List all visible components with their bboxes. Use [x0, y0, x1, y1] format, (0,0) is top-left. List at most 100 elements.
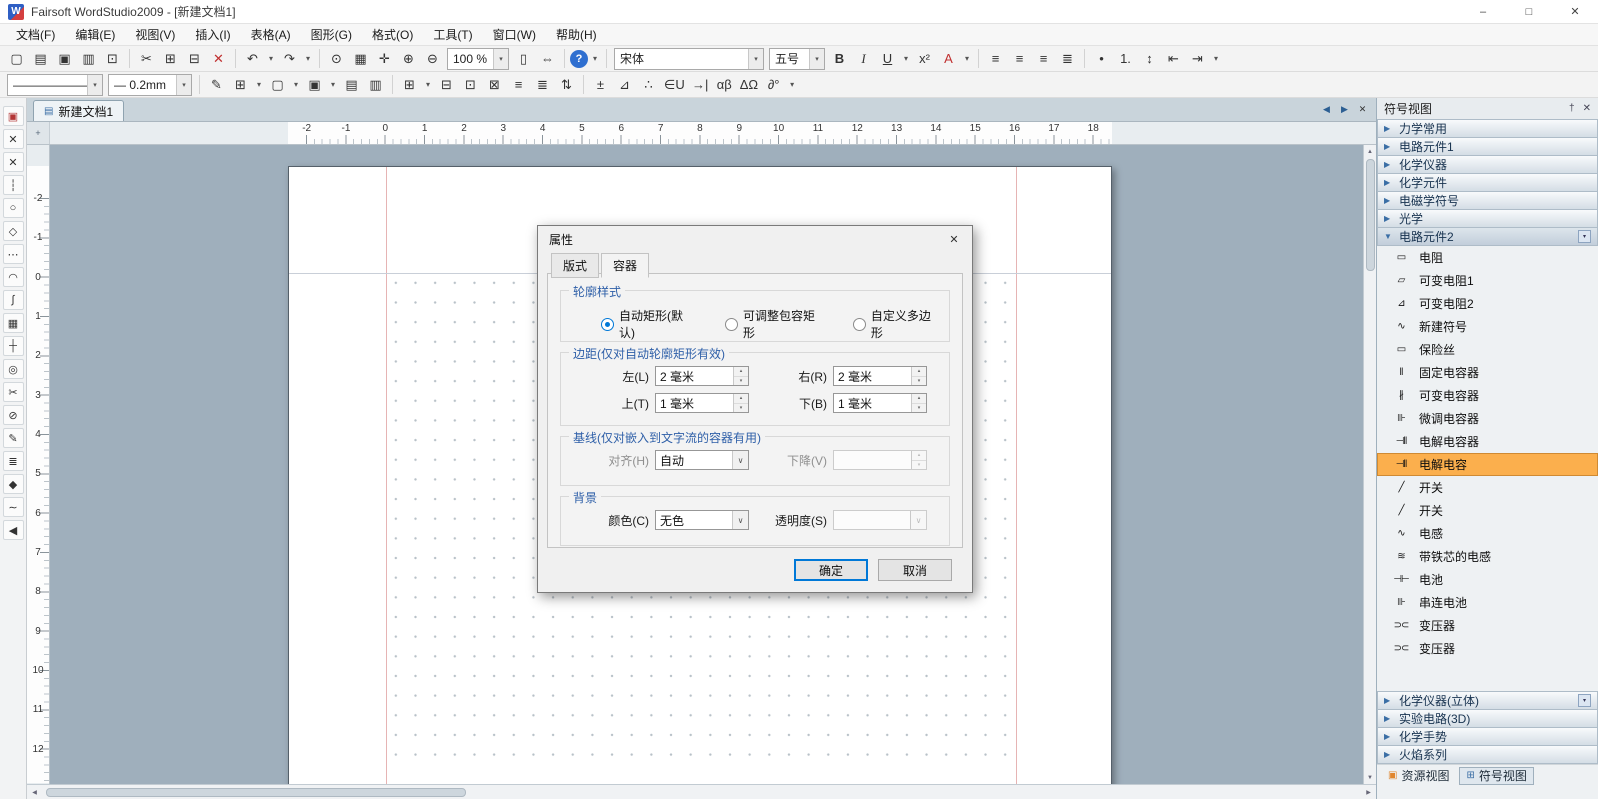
symbol-category[interactable]: ▶ 化学仪器: [1377, 155, 1598, 174]
insert-table-dropdown[interactable]: ▾: [422, 74, 434, 96]
font-size-combo[interactable]: 五号 ▾: [769, 48, 825, 70]
spinner-value[interactable]: 1 毫米: [834, 395, 911, 412]
symbol-item[interactable]: ⊃⊂ 变压器: [1377, 614, 1598, 637]
menu-item[interactable]: 视图(V): [125, 23, 185, 46]
symbol-item[interactable]: ⊿ 可变电阻2: [1377, 292, 1598, 315]
cross-tool[interactable]: ┼: [3, 336, 24, 356]
maximize-button[interactable]: □: [1506, 0, 1552, 24]
symbol-category[interactable]: ▶ 化学手势: [1377, 727, 1598, 746]
symbols-more-dropdown[interactable]: ▾: [786, 74, 798, 96]
spinner-up-icon[interactable]: ▴: [734, 394, 748, 404]
symbol-item[interactable]: ▭ 电阻: [1377, 246, 1598, 269]
dialog-tab[interactable]: 容器: [601, 253, 649, 278]
pin-icon[interactable]: †: [1569, 103, 1575, 114]
radio-option[interactable]: 自定义多边形: [853, 307, 941, 341]
close-button[interactable]: ✕: [1552, 0, 1598, 24]
align-left-button[interactable]: ≡: [984, 48, 1007, 70]
pen-tool[interactable]: ✎: [3, 428, 24, 448]
shadow-style-button[interactable]: ▢: [266, 74, 289, 96]
collapse-strip-button[interactable]: ◀: [3, 520, 24, 540]
spinner-down-icon[interactable]: ▾: [734, 377, 748, 386]
symbol-item[interactable]: ⊣⊢ 电池: [1377, 568, 1598, 591]
bullet-list-button[interactable]: •: [1090, 48, 1113, 70]
help-dropdown[interactable]: ▾: [589, 48, 601, 70]
split-cells-button[interactable]: ⊡: [459, 74, 482, 96]
menu-item[interactable]: 工具(T): [423, 23, 482, 46]
menu-item[interactable]: 格式(O): [362, 23, 423, 46]
font-color-button[interactable]: A: [937, 48, 960, 70]
save-document-button[interactable]: ▣: [53, 48, 76, 70]
spinner-buttons[interactable]: ▴ ▾: [733, 394, 748, 412]
line-style-combo[interactable]: ——————— ▾: [7, 74, 103, 96]
help-button[interactable]: ?: [570, 50, 588, 68]
arc-tool[interactable]: ◠: [3, 267, 24, 287]
scroll-left-icon[interactable]: ◀: [27, 785, 42, 799]
scroll-up-icon[interactable]: ▲: [1364, 145, 1376, 158]
zoom-select-button[interactable]: ⊙: [325, 48, 348, 70]
fit-page-button[interactable]: ▯: [512, 48, 535, 70]
symbol-item[interactable]: ▱ 可变电阻1: [1377, 269, 1598, 292]
spinner-buttons[interactable]: ▴ ▾: [911, 367, 926, 385]
italic-button[interactable]: I: [852, 48, 875, 70]
align-combo[interactable]: 自动 ∨: [655, 450, 749, 470]
list-tool[interactable]: ≣: [3, 451, 24, 471]
prev-tab-button[interactable]: ◀: [1319, 102, 1334, 117]
target-tool[interactable]: ◎: [3, 359, 24, 379]
copy-button[interactable]: ⊞: [159, 48, 182, 70]
delta-omega-tool[interactable]: ΔΩ: [737, 74, 761, 96]
open-document-button[interactable]: ▤: [29, 48, 52, 70]
line-spacing-button[interactable]: ↕: [1138, 48, 1161, 70]
zoom-combo[interactable]: 100 % ▾: [447, 48, 509, 70]
background-color-combo[interactable]: 无色 ∨: [655, 510, 749, 530]
spinner-down-icon[interactable]: ▾: [734, 404, 748, 413]
ellipse-tool[interactable]: ○: [3, 198, 24, 218]
symbol-item[interactable]: ╱ 开关: [1377, 476, 1598, 499]
symbol-category[interactable]: ▶ 化学仪器(立体) ▾: [1377, 691, 1598, 710]
spinner-up-icon[interactable]: ▴: [912, 367, 926, 377]
fill-style-button[interactable]: ▣: [303, 74, 326, 96]
numbered-list-button[interactable]: 1.: [1114, 48, 1137, 70]
panel-view-tab[interactable]: ⊞ 符号视图: [1459, 767, 1533, 785]
font-color-dropdown[interactable]: ▾: [961, 48, 973, 70]
greek-letters-tool[interactable]: αβ: [713, 74, 736, 96]
undo-dropdown[interactable]: ▾: [265, 48, 277, 70]
print-preview-button[interactable]: ⊡: [101, 48, 124, 70]
pen-tool-button[interactable]: ✎: [205, 74, 228, 96]
close-tab-button[interactable]: ✕: [1355, 102, 1370, 117]
menu-item[interactable]: 窗口(W): [483, 23, 546, 46]
distribute-rows-button[interactable]: ≡: [507, 74, 530, 96]
symbol-item[interactable]: ‖ 固定电容器: [1377, 361, 1598, 384]
distribute-columns-button[interactable]: ≣: [531, 74, 554, 96]
spinner-value[interactable]: 1 毫米: [656, 395, 733, 412]
redo-dropdown[interactable]: ▾: [302, 48, 314, 70]
category-chevron-button[interactable]: ▾: [1578, 230, 1591, 243]
radio-button[interactable]: [725, 318, 738, 331]
radio-button[interactable]: [853, 318, 866, 331]
delete-tool[interactable]: ✕: [3, 129, 24, 149]
shadow-style-dropdown[interactable]: ▾: [290, 74, 302, 96]
arrow-tool[interactable]: →|: [689, 74, 712, 96]
symbol-item[interactable]: ⊣‖ 电解电容器: [1377, 430, 1598, 453]
margin-spinner[interactable]: 2 毫米 ▴ ▾: [655, 366, 749, 386]
polyline-tool[interactable]: ⋯: [3, 244, 24, 264]
chevron-down-icon[interactable]: ∨: [732, 451, 748, 469]
dialog-titlebar[interactable]: 属性 ✕: [538, 226, 972, 253]
vertical-ruler[interactable]: -2-10123456789101112: [27, 145, 50, 784]
zoom-in-button[interactable]: ⊕: [397, 48, 420, 70]
line-tool[interactable]: ┆: [3, 175, 24, 195]
symbol-item[interactable]: ≋ 带铁芯的电感: [1377, 545, 1598, 568]
symbol-category[interactable]: ▶ 火焰系列: [1377, 745, 1598, 764]
zoom-out-button[interactable]: ⊖: [421, 48, 444, 70]
indent-decrease-button[interactable]: ⇤: [1162, 48, 1185, 70]
chevron-down-icon[interactable]: ▾: [809, 49, 824, 69]
menu-item[interactable]: 插入(I): [185, 23, 240, 46]
sort-button[interactable]: ⇅: [555, 74, 578, 96]
symbol-category[interactable]: ▶ 化学元件: [1377, 173, 1598, 192]
scissors-tool[interactable]: ✂: [3, 382, 24, 402]
grid-toggle-button[interactable]: ▦: [349, 48, 372, 70]
radio-button[interactable]: [601, 318, 614, 331]
menu-item[interactable]: 编辑(E): [65, 23, 125, 46]
dots-tool[interactable]: ∴: [637, 74, 660, 96]
panel-close-icon[interactable]: ✕: [1583, 103, 1591, 114]
spinner-value[interactable]: 2 毫米: [656, 368, 733, 385]
